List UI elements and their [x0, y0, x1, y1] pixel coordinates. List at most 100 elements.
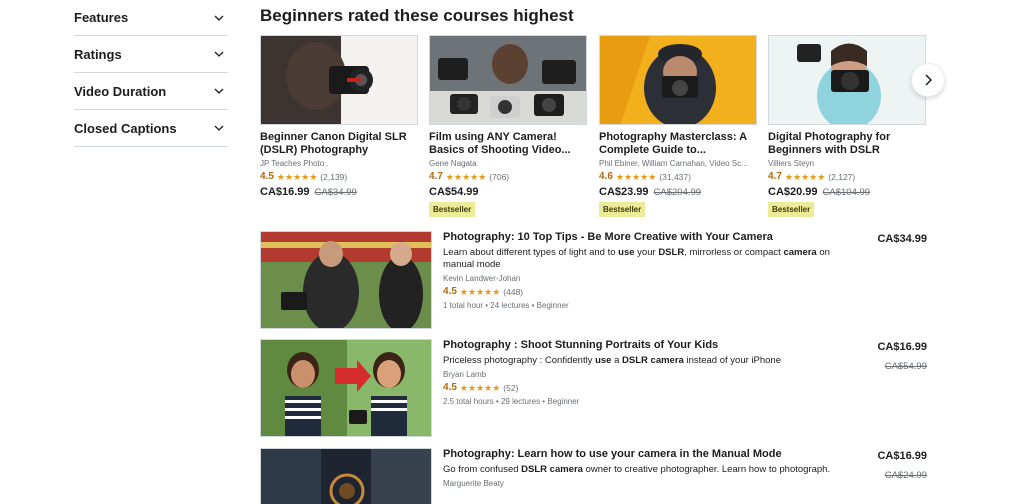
- price-block: CA$16.99 CA$24.99: [877, 450, 927, 481]
- current-price: CA$20.99: [768, 186, 818, 198]
- star-rating-icon: ★ ★ ★ ★ ★: [459, 286, 501, 297]
- course-author: Kevin Landwer-Johan: [443, 274, 521, 283]
- chevron-down-icon: [214, 13, 224, 23]
- desc-text: a: [611, 355, 623, 366]
- desc-text: Go from confused: [443, 464, 522, 475]
- rating-value: 4.5: [443, 286, 457, 297]
- rating-row: 4.7 ★ ★ ★ ★ ★ (2,127): [768, 171, 926, 182]
- course-card[interactable]: Digital Photography for Beginners with D…: [768, 35, 926, 217]
- desc-highlight: camera: [783, 247, 817, 258]
- desc-text: , mirrorless or compact: [684, 247, 784, 258]
- filter-label: Video Duration: [74, 83, 167, 99]
- rating-count: (31,437): [659, 171, 691, 182]
- chevron-down-icon: [214, 49, 224, 59]
- price-block: CA$34.99: [877, 233, 927, 245]
- rating-value: 4.5: [260, 171, 274, 182]
- course-title: Photography: 10 Top Tips - Be More Creat…: [443, 231, 773, 243]
- course-thumbnail: [599, 35, 757, 125]
- carousel-next-button[interactable]: [911, 63, 945, 97]
- course-author: Villiers Steyn: [768, 159, 815, 168]
- rating-count: (2,139): [320, 171, 348, 182]
- course-thumbnail: [260, 448, 432, 504]
- course-carousel: Beginner Canon Digital SLR (DSLR) Photog…: [260, 35, 928, 225]
- rating-count: (706): [489, 171, 510, 182]
- filter-closed-captions[interactable]: Closed Captions: [74, 110, 228, 147]
- current-price: CA$16.99: [877, 450, 927, 462]
- desc-highlight: DSLR camera: [521, 464, 583, 475]
- desc-text: Priceless photography : Confidently: [443, 355, 596, 366]
- course-thumbnail: [768, 35, 926, 125]
- current-price: CA$23.99: [599, 186, 649, 198]
- desc-highlight: use: [618, 247, 635, 258]
- star-rating-icon: ★ ★ ★ ★ ★: [459, 382, 501, 393]
- rating-count: (52): [503, 382, 519, 393]
- course-thumbnail: [429, 35, 587, 125]
- course-info: Photography: Learn how to use your camer…: [443, 448, 843, 488]
- course-description: Go from confused DSLR camera owner to cr…: [443, 464, 843, 476]
- course-author: Bryan Lamb: [443, 370, 487, 379]
- course-title: Photography: Learn how to use your camer…: [443, 448, 782, 460]
- rating-value: 4.5: [443, 382, 457, 393]
- filter-video-duration[interactable]: Video Duration: [74, 73, 228, 110]
- course-title: Photography Masterclass: A Complete Guid…: [599, 131, 747, 156]
- current-price: CA$16.99: [877, 341, 927, 353]
- course-list-item[interactable]: Photography : Shoot Stunning Portraits o…: [260, 339, 928, 439]
- original-price: CA$34.99: [314, 187, 357, 198]
- current-price: CA$54.99: [429, 186, 479, 198]
- bestseller-badge: Bestseller: [599, 202, 646, 217]
- course-list-item[interactable]: Photography: Learn how to use your camer…: [260, 448, 928, 504]
- course-author: JP Teaches Photo .: [260, 159, 329, 168]
- desc-text: instead of your iPhone: [683, 355, 781, 366]
- chevron-down-icon: [214, 123, 224, 133]
- rating-row: 4.5 ★ ★ ★ ★ ★ (52): [443, 382, 843, 393]
- course-author: Gene Nagata: [429, 159, 477, 168]
- rating-value: 4.7: [768, 171, 782, 182]
- filter-label: Features: [74, 10, 129, 25]
- course-thumbnail: [260, 231, 432, 329]
- bestseller-badge: Bestseller: [768, 202, 815, 217]
- original-price: CA$54.99: [884, 361, 927, 372]
- course-info: Photography : Shoot Stunning Portraits o…: [443, 339, 843, 406]
- course-description: Priceless photography : Confidently use …: [443, 355, 843, 367]
- filter-sidebar: Features Ratings Video Duration Closed C…: [74, 0, 228, 147]
- rating-row: 4.5 ★ ★ ★ ★ ★ (448): [443, 286, 843, 297]
- filter-label: Ratings: [74, 46, 122, 62]
- star-rating-icon: ★ ★ ★ ★ ★: [615, 171, 657, 182]
- price-block: CA$16.99 CA$54.99: [877, 341, 927, 372]
- star-rating-icon: ★ ★ ★ ★ ★: [784, 171, 826, 182]
- bestseller-badge: Bestseller: [429, 202, 476, 217]
- course-description: Learn about different types of light and…: [443, 247, 843, 271]
- price-row: CA$20.99 CA$104.99: [768, 186, 926, 198]
- desc-highlight: DSLR: [658, 247, 685, 258]
- chevron-down-icon: [214, 86, 224, 96]
- rating-row: 4.7 ★ ★ ★ ★ ★ (706): [429, 171, 587, 182]
- desc-text: your: [634, 247, 659, 258]
- desc-highlight: use: [595, 355, 612, 366]
- course-meta: 2.5 total hours • 29 lectures • Beginner: [443, 397, 580, 406]
- current-price: CA$34.99: [877, 233, 927, 245]
- course-author: Marguerite Beaty: [443, 479, 504, 488]
- rating-count: (2,127): [828, 171, 856, 182]
- original-price: CA$24.99: [884, 470, 927, 481]
- filter-label: Closed Captions: [74, 120, 177, 136]
- course-card[interactable]: Photography Masterclass: A Complete Guid…: [599, 35, 757, 217]
- course-title: Beginner Canon Digital SLR (DSLR) Photog…: [260, 131, 407, 156]
- course-title: Film using ANY Camera! Basics of Shootin…: [429, 131, 571, 156]
- course-card[interactable]: Beginner Canon Digital SLR (DSLR) Photog…: [260, 35, 418, 198]
- course-thumbnail: [260, 35, 418, 125]
- chevron-right-icon: [925, 74, 932, 86]
- course-author: Phil Ebiner, William Carnahan, Video Sc.…: [599, 159, 748, 168]
- filter-ratings[interactable]: Ratings: [74, 36, 228, 73]
- course-title: Photography : Shoot Stunning Portraits o…: [443, 339, 719, 351]
- course-meta: 1 total hour • 24 lectures • Beginner: [443, 301, 569, 310]
- course-thumbnail: [260, 339, 432, 437]
- price-row: CA$23.99 CA$204.99: [599, 186, 757, 198]
- course-list-item[interactable]: Photography: 10 Top Tips - Be More Creat…: [260, 231, 928, 331]
- star-rating-icon: ★ ★ ★ ★ ★: [445, 171, 487, 182]
- course-info: Photography: 10 Top Tips - Be More Creat…: [443, 231, 843, 310]
- course-card[interactable]: Film using ANY Camera! Basics of Shootin…: [429, 35, 587, 217]
- original-price: CA$204.99: [653, 187, 702, 198]
- price-row: CA$16.99 CA$34.99: [260, 186, 418, 198]
- desc-text: owner to creative photographer. Learn ho…: [582, 464, 831, 475]
- filter-features[interactable]: Features: [74, 0, 228, 36]
